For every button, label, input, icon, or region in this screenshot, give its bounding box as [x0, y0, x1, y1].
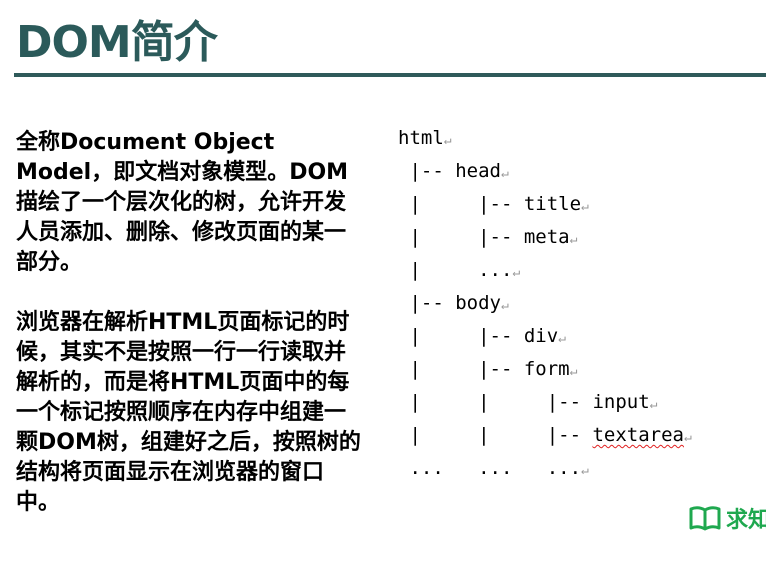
- tree-node: | |-- div↵: [398, 320, 692, 353]
- watermark-text: 求知: [726, 508, 766, 533]
- paragraph-parsing: 浏览器在解析HTML页面标记的时候，其实不是按照一行一行读取并解析的，而是将HT…: [16, 310, 361, 515]
- tree-node-name: title: [523, 193, 582, 215]
- tree-node-name: form: [523, 358, 570, 380]
- tree-branch: | | |--: [398, 391, 593, 413]
- tree-node: | |-- form↵: [398, 353, 692, 386]
- return-mark: ↵: [683, 430, 692, 445]
- tree-node-name: meta: [523, 226, 570, 248]
- return-mark: ↵: [649, 397, 658, 412]
- tree-branch: |: [398, 259, 479, 281]
- tree-node: html↵: [398, 122, 692, 155]
- tree-node: | |-- meta↵: [398, 221, 692, 254]
- tree-node: |-- head↵: [398, 155, 692, 188]
- tree-node-name: input: [592, 391, 650, 413]
- tree-branch: ... ...: [398, 457, 547, 479]
- book-icon: [689, 506, 721, 531]
- tree-node-name: ...: [546, 457, 582, 479]
- return-mark: ↵: [581, 463, 589, 478]
- tree-branch: html: [398, 127, 444, 149]
- return-mark: ↵: [500, 166, 509, 181]
- tree-node: |-- body↵: [398, 287, 692, 320]
- return-mark: ↵: [512, 265, 521, 280]
- tree-node: | |-- title↵: [398, 188, 692, 221]
- tree-branch: |--: [398, 292, 456, 314]
- return-mark: ↵: [443, 133, 452, 148]
- tree-node-name: textarea: [592, 424, 684, 446]
- dom-tree-diagram: html↵ |-- head↵ | |-- title↵ | |-- meta↵…: [398, 122, 692, 485]
- tree-node: | | |-- input↵: [398, 386, 692, 419]
- return-mark: ↵: [581, 199, 589, 214]
- tree-node: | ...↵: [398, 254, 692, 287]
- tree-branch: | |--: [398, 358, 524, 380]
- watermark: 求知: [688, 502, 766, 534]
- tree-branch: | |--: [398, 193, 524, 215]
- tree-node-name: ...: [478, 259, 513, 281]
- tree-node-name: div: [523, 325, 559, 347]
- tree-node-name: body: [455, 292, 501, 314]
- return-mark: ↵: [569, 232, 578, 247]
- tree-branch: | |--: [398, 226, 524, 248]
- paragraph-intro: 全称Document Object Model，即文档对象模型。DOM描绘了一个…: [16, 130, 349, 275]
- tree-branch: | | |--: [398, 424, 593, 446]
- tree-branch: |--: [398, 160, 456, 182]
- return-mark: ↵: [558, 331, 566, 346]
- tree-node: ... ... ...↵: [398, 452, 692, 485]
- description-text: 全称Document Object Model，即文档对象模型。DOM描绘了一个…: [16, 128, 366, 518]
- return-mark: ↵: [569, 364, 578, 379]
- tree-node: | | |-- textarea↵: [398, 419, 692, 452]
- page-title: DOM简介: [16, 17, 218, 68]
- tree-branch: | |--: [398, 325, 524, 347]
- tree-node-name: head: [455, 160, 501, 182]
- return-mark: ↵: [500, 298, 509, 313]
- title-divider: [14, 73, 766, 77]
